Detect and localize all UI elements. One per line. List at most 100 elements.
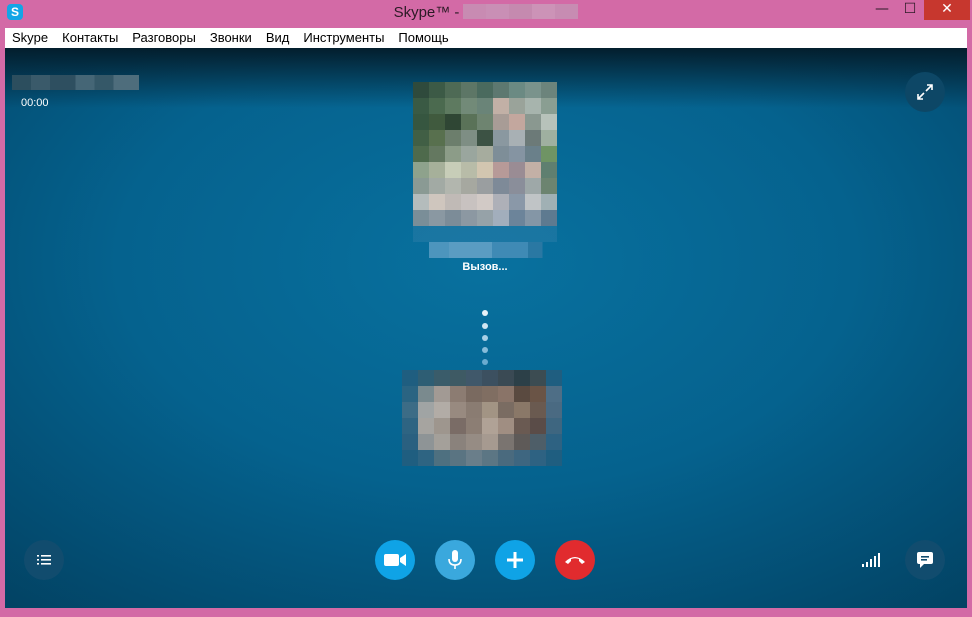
microphone-icon <box>448 550 462 569</box>
remote-avatar <box>413 82 557 226</box>
avatar-pixel <box>429 178 445 194</box>
self-view-pixel <box>514 402 530 418</box>
chat-button[interactable] <box>905 540 945 580</box>
self-view-pixel <box>402 386 418 402</box>
avatar-pixel <box>413 194 429 210</box>
call-list-button[interactable] <box>24 540 64 580</box>
avatar-pixel <box>477 210 493 226</box>
avatar-pixel <box>477 82 493 98</box>
self-view-pixel <box>514 450 530 466</box>
avatar-pixel <box>509 194 525 210</box>
fullscreen-button[interactable] <box>905 72 945 112</box>
self-view-pixel <box>402 418 418 434</box>
call-stage: 00:00 Вызов... <box>5 48 967 608</box>
minimize-button[interactable]: — <box>868 0 896 20</box>
menu-tools[interactable]: Инструменты <box>296 28 391 48</box>
menu-help[interactable]: Помощь <box>391 28 455 48</box>
end-call-button[interactable] <box>555 540 595 580</box>
self-view-pixel <box>434 370 450 386</box>
avatar-pixel <box>525 130 541 146</box>
self-view-pixel <box>482 386 498 402</box>
self-view-pixel <box>530 450 546 466</box>
avatar-pixel <box>541 82 557 98</box>
avatar-pixel <box>413 146 429 162</box>
self-view-pixel <box>546 386 562 402</box>
self-view-pixel <box>514 418 530 434</box>
progress-dot <box>482 310 488 316</box>
self-view-pixel <box>450 370 466 386</box>
self-view-pixel <box>530 370 546 386</box>
avatar-pixel <box>445 162 461 178</box>
video-button[interactable] <box>375 540 415 580</box>
avatar-pixel <box>413 130 429 146</box>
avatar-pixel <box>413 82 429 98</box>
avatar-pixel <box>477 98 493 114</box>
self-view-pixel <box>530 386 546 402</box>
avatar-pixel <box>477 162 493 178</box>
progress-dot <box>482 335 488 341</box>
avatar-pixel <box>541 114 557 130</box>
avatar-pixel <box>509 162 525 178</box>
self-view-pixel <box>466 450 482 466</box>
avatar-pixel <box>477 130 493 146</box>
avatar-pixel <box>541 162 557 178</box>
avatar-pixel <box>445 146 461 162</box>
avatar-pixel <box>429 194 445 210</box>
avatar-pixel <box>525 162 541 178</box>
menu-contacts[interactable]: Контакты <box>55 28 125 48</box>
avatar-pixel <box>445 82 461 98</box>
avatar-pixel <box>541 194 557 210</box>
maximize-button[interactable]: ☐ <box>896 0 924 20</box>
self-view-pixel <box>418 418 434 434</box>
avatar-pixel <box>541 210 557 226</box>
self-view-pixel <box>530 434 546 450</box>
avatar-pixel <box>429 82 445 98</box>
self-view-pixel <box>434 386 450 402</box>
avatar-pixel <box>509 130 525 146</box>
avatar-pixel <box>413 162 429 178</box>
remote-name-blurred <box>413 226 557 258</box>
self-view-pixel <box>498 450 514 466</box>
call-timer: 00:00 <box>21 97 49 109</box>
self-view-pixel <box>546 434 562 450</box>
avatar-pixel <box>493 178 509 194</box>
self-view-pixel <box>466 386 482 402</box>
self-view-pixel <box>450 434 466 450</box>
self-view-pixel <box>482 450 498 466</box>
self-view-pixel <box>450 402 466 418</box>
self-view-pixel <box>450 418 466 434</box>
menu-view[interactable]: Вид <box>259 28 297 48</box>
add-participant-button[interactable] <box>495 540 535 580</box>
avatar-pixel <box>461 162 477 178</box>
window-bottom-frame <box>0 608 972 617</box>
self-view-pixel <box>546 418 562 434</box>
self-view-pixel <box>418 434 434 450</box>
video-camera-icon <box>384 554 406 566</box>
menu-conversations[interactable]: Разговоры <box>125 28 203 48</box>
close-button[interactable]: ✕ <box>924 0 970 20</box>
self-view-pixel <box>498 386 514 402</box>
avatar-pixel <box>509 178 525 194</box>
self-view-pixel <box>418 402 434 418</box>
avatar-pixel <box>461 82 477 98</box>
title-bar[interactable]: S Skype™ - — ☐ ✕ <box>0 0 972 28</box>
self-view-pixel <box>514 370 530 386</box>
avatar-pixel <box>429 130 445 146</box>
chat-bubble-icon <box>917 552 933 568</box>
self-view-pixel <box>498 418 514 434</box>
avatar-pixel <box>525 210 541 226</box>
self-view-pixel <box>530 418 546 434</box>
self-view-pixel <box>546 450 562 466</box>
menu-skype[interactable]: Skype <box>5 28 55 48</box>
microphone-button[interactable] <box>435 540 475 580</box>
avatar-pixel <box>493 98 509 114</box>
self-view-pixel <box>434 450 450 466</box>
window-title-blurred-name <box>463 4 579 19</box>
menu-calls[interactable]: Звонки <box>203 28 259 48</box>
avatar-pixel <box>493 82 509 98</box>
avatar-pixel <box>477 146 493 162</box>
self-view-pixel <box>418 370 434 386</box>
avatar-pixel <box>525 178 541 194</box>
avatar-pixel <box>461 114 477 130</box>
self-view-pixel <box>466 434 482 450</box>
